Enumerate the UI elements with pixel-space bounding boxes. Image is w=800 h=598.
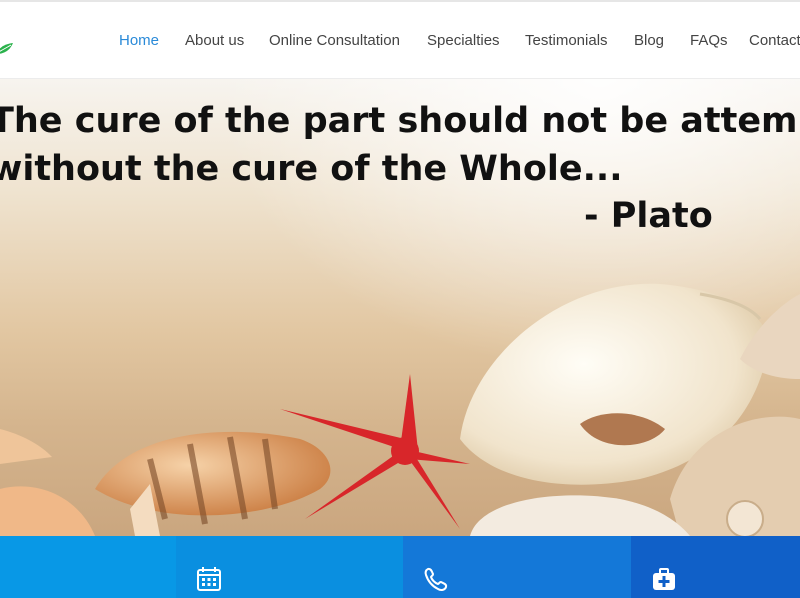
quote-line-2: without the cure of the Whole... (0, 149, 623, 189)
nav-item-contact[interactable]: Contact (749, 32, 800, 49)
nav-item-online-consultation[interactable]: Online Consultation (269, 32, 400, 49)
feature-tile-appointment[interactable] (176, 536, 403, 598)
nav-item-faqs[interactable]: FAQs (690, 32, 728, 49)
feature-tile-left-edge (0, 536, 176, 598)
site-header: Home About us Online Consultation Specia… (0, 2, 800, 79)
beach-shells-illustration (0, 283, 800, 536)
medical-kit-icon (653, 568, 675, 590)
quote-author: - Plato (584, 196, 713, 236)
calendar-icon (197, 567, 221, 591)
feature-tile-call[interactable] (403, 536, 631, 598)
nav-item-home[interactable]: Home (119, 32, 159, 49)
phone-icon (424, 567, 448, 592)
feature-tile-treatment[interactable] (631, 536, 800, 598)
nav-item-about-us[interactable]: About us (185, 32, 244, 49)
nav-item-specialties[interactable]: Specialties (427, 32, 500, 49)
nav-item-blog[interactable]: Blog (634, 32, 664, 49)
nav-item-testimonials[interactable]: Testimonials (525, 32, 608, 49)
logo-leaf-icon[interactable] (0, 38, 14, 58)
quote-line-1: The cure of the part should not be attem… (0, 101, 800, 141)
hero-banner: The cure of the part should not be attem… (0, 79, 800, 536)
feature-bar (0, 536, 800, 598)
